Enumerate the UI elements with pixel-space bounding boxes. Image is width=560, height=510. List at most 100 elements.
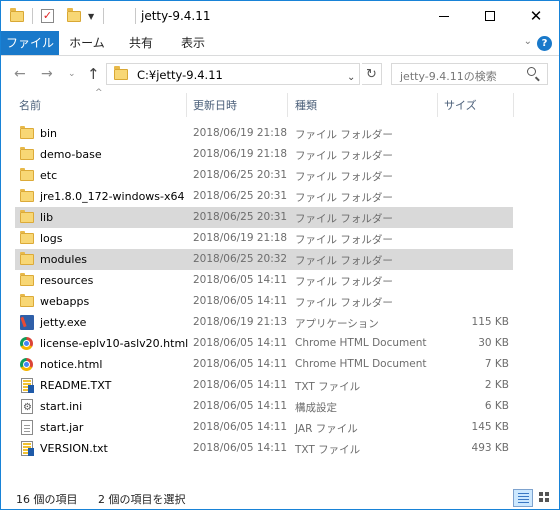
maximize-button[interactable]: [467, 1, 513, 31]
file-name: start.ini: [40, 400, 83, 413]
file-name: etc: [40, 169, 58, 182]
file-date: 2018/06/05 14:11: [193, 358, 288, 370]
recent-locations-chevron-icon[interactable]: ⌄: [68, 69, 76, 79]
file-name: notice.html: [40, 358, 103, 371]
file-type: TXT ファイル: [295, 444, 361, 456]
up-arrow-icon[interactable]: ↑: [87, 65, 100, 83]
document-icon: [19, 420, 35, 435]
status-bar: 16 個の項目 2 個の項目を選択: [1, 487, 559, 509]
column-divider[interactable]: [513, 93, 514, 117]
file-row[interactable]: VERSION.txt 2018/06/05 14:11 TXT ファイル 493 K…: [15, 438, 513, 459]
address-bar[interactable]: C:¥jetty-9.4.11 ⌄: [106, 63, 360, 85]
file-row[interactable]: etc 2018/06/25 20:31 ファイル フォルダー: [15, 165, 513, 186]
file-row[interactable]: README.TXT 2018/06/05 14:11 TXT ファイル 2 KB: [15, 375, 513, 396]
new-folder-icon[interactable]: [67, 7, 81, 24]
column-header-type[interactable]: 種類: [295, 97, 317, 113]
column-divider[interactable]: [287, 93, 288, 117]
minimize-button[interactable]: [421, 1, 467, 31]
file-date: 2018/06/25 20:31: [193, 211, 288, 223]
ribbon-tabs: ファイル ホーム 共有 表示 ⌄ ?: [1, 31, 559, 56]
file-name: VERSION.txt: [40, 442, 108, 455]
search-icon: [527, 67, 541, 82]
file-size: 145 KB: [471, 421, 509, 433]
folder-icon: [19, 189, 35, 204]
selected-count: 2 個の項目を選択: [98, 493, 186, 506]
file-row[interactable]: logs 2018/06/19 21:18 ファイル フォルダー: [15, 228, 513, 249]
file-row[interactable]: start.jar 2018/06/05 14:11 JAR ファイル 145 KB: [15, 417, 513, 438]
file-name: license-eplv10-aslv20.html: [40, 337, 189, 350]
file-name: jre1.8.0_172-windows-x64: [40, 190, 185, 203]
file-type: ファイル フォルダー: [295, 150, 393, 162]
file-size: 7 KB: [484, 358, 509, 370]
navigation-bar: ← → ⌄ ↑ C:¥jetty-9.4.11 ⌄ ↻ jetty-9.4.11…: [1, 56, 559, 93]
file-size: 115 KB: [471, 316, 509, 328]
folder-icon: [19, 294, 35, 309]
tab-share[interactable]: 共有: [117, 31, 165, 55]
file-row[interactable]: jre1.8.0_172-windows-x64 2018/06/25 20:31…: [15, 186, 513, 207]
file-row[interactable]: bin 2018/06/19 21:18 ファイル フォルダー: [15, 123, 513, 144]
file-row[interactable]: start.ini 2018/06/05 14:11 構成設定 6 KB: [15, 396, 513, 417]
address-path: C:¥jetty-9.4.11: [137, 68, 223, 82]
tab-home[interactable]: ホーム: [63, 31, 111, 55]
column-divider[interactable]: [437, 93, 438, 117]
large-icons-view-icon: [539, 492, 550, 503]
details-view-button[interactable]: [513, 489, 533, 507]
file-date: 2018/06/19 21:13: [193, 316, 288, 328]
sort-ascending-icon: ^: [95, 88, 103, 98]
file-row[interactable]: demo-base 2018/06/19 21:18 ファイル フォルダー: [15, 144, 513, 165]
text-file-icon: [19, 378, 35, 393]
quick-access-dropdown-icon[interactable]: ▼: [88, 8, 94, 24]
file-name: logs: [40, 232, 63, 245]
file-type: Chrome HTML Document: [295, 358, 427, 370]
search-box[interactable]: jetty-9.4.11の検索: [391, 63, 548, 85]
divider: [103, 8, 104, 24]
refresh-icon: ↻: [366, 67, 377, 82]
file-row[interactable]: resources 2018/06/05 14:11 ファイル フォルダー: [15, 270, 513, 291]
file-size: 30 KB: [478, 337, 509, 349]
item-count: 16 個の項目: [16, 493, 78, 506]
file-type: TXT ファイル: [295, 381, 361, 393]
file-type: JAR ファイル: [295, 423, 358, 435]
help-icon[interactable]: ?: [537, 36, 552, 51]
file-date: 2018/06/05 14:11: [193, 421, 288, 433]
file-row[interactable]: lib 2018/06/25 20:31 ファイル フォルダー: [15, 207, 513, 228]
file-date: 2018/06/25 20:32: [193, 253, 288, 265]
column-header-size[interactable]: サイズ: [444, 97, 477, 113]
file-row[interactable]: license-eplv10-aslv20.html 2018/06/05 14:…: [15, 333, 513, 354]
application-icon: [19, 315, 35, 330]
folder-icon: [19, 168, 35, 183]
file-row[interactable]: notice.html 2018/06/05 14:11 Chrome HTML D…: [15, 354, 513, 375]
tab-file[interactable]: ファイル: [1, 31, 59, 55]
expand-ribbon-chevron-icon[interactable]: ⌄: [524, 36, 532, 47]
column-divider[interactable]: [186, 93, 187, 117]
file-date: 2018/06/05 14:11: [193, 400, 288, 412]
minimize-icon: [439, 15, 449, 17]
file-row[interactable]: webapps 2018/06/05 14:11 ファイル フォルダー: [15, 291, 513, 312]
tab-view[interactable]: 表示: [169, 31, 217, 55]
file-name: lib: [40, 211, 54, 224]
file-type: ファイル フォルダー: [295, 234, 393, 246]
refresh-button[interactable]: ↻: [362, 63, 382, 85]
column-header-name[interactable]: 名前: [19, 97, 41, 113]
address-dropdown-icon[interactable]: ⌄: [347, 72, 355, 83]
folder-icon: [19, 273, 35, 288]
close-button[interactable]: ✕: [513, 1, 559, 31]
file-row[interactable]: modules 2018/06/25 20:32 ファイル フォルダー: [15, 249, 513, 270]
file-date: 2018/06/05 14:11: [193, 295, 288, 307]
column-header-date[interactable]: 更新日時: [193, 97, 237, 113]
divider: [32, 8, 33, 24]
file-type: ファイル フォルダー: [295, 171, 393, 183]
window-title: jetty-9.4.11: [141, 9, 211, 23]
properties-check-icon[interactable]: ✓: [41, 8, 54, 24]
file-type: Chrome HTML Document: [295, 337, 427, 349]
divider: [135, 8, 136, 24]
forward-arrow-icon[interactable]: →: [41, 66, 53, 82]
back-arrow-icon[interactable]: ←: [14, 66, 26, 82]
file-type: ファイル フォルダー: [295, 213, 393, 225]
file-row[interactable]: jetty.exe 2018/06/19 21:13 アプリケーション 115 KB: [15, 312, 513, 333]
file-name: README.TXT: [40, 379, 112, 392]
file-date: 2018/06/05 14:11: [193, 442, 288, 454]
large-icons-view-button[interactable]: [535, 489, 555, 507]
file-size: 6 KB: [484, 400, 509, 412]
chrome-document-icon: [19, 336, 35, 351]
